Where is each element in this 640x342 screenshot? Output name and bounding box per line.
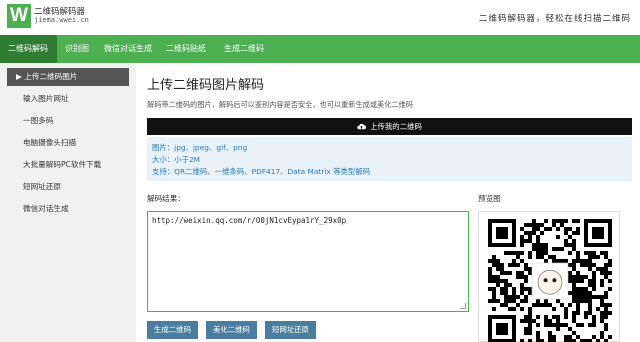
nav-item-image-recognition[interactable]: 识别图 — [57, 35, 96, 63]
nav-item-qr-sticker[interactable]: 二维码贴纸 — [158, 35, 216, 63]
site-header: W 二维码解码器 jiema.wwei.cn 二维码解码器，轻松在线扫描二维码 — [0, 0, 640, 35]
nav-item-qr-decode[interactable]: 二维码解码 — [0, 35, 57, 63]
sidebar-item-short-url[interactable]: 短网址还原 — [7, 178, 129, 196]
result-value: http://weixin.qq.com/r/O0jN1cvEypa1rY_29… — [152, 216, 347, 225]
sidebar: ▶ 上传二维码图片 输入图片网址 一图多码 电脑摄像头扫描 大批量解码PC软件下… — [0, 63, 136, 342]
site-tagline: 二维码解码器，轻松在线扫描二维码 — [478, 14, 631, 24]
qr-code-preview-image — [488, 219, 612, 342]
sidebar-item-label: 上传二维码图片 — [24, 72, 78, 81]
nav-item-generate-qr[interactable]: 生成二维码 — [216, 35, 278, 63]
info-formats: 图片：jpg、jpeg、gif、png — [152, 143, 248, 152]
page-description: 解码带二维码的图片，解码后可以鉴别内容是否安全，也可以重新生成或美化二维码 — [147, 100, 413, 109]
cloud-upload-icon — [357, 118, 367, 135]
info-panel: 图片：jpg、jpeg、gif、png 大小：小于2M 支持：QR二维码、一维条… — [147, 137, 632, 181]
info-support: 支持：QR二维码、一维条码、PDF417、Data Matrix 等类型解码 — [152, 167, 371, 176]
nav-item-wechat-chat[interactable]: 微信对话生成 — [96, 35, 158, 63]
sidebar-item-pc-download[interactable]: 大批量解码PC软件下载 — [7, 156, 129, 174]
site-logo[interactable]: W — [7, 4, 31, 28]
short-url-restore-button[interactable]: 短网址还原 — [264, 321, 316, 339]
sidebar-item-webcam-scan[interactable]: 电脑摄像头扫描 — [7, 134, 129, 152]
beautify-qr-button[interactable]: 美化二维码 — [205, 321, 257, 339]
generate-qr-button[interactable]: 生成二维码 — [147, 321, 198, 339]
preview-label: 预览图 — [478, 194, 501, 203]
sidebar-item-wechat-chat[interactable]: 微信对话生成 — [7, 200, 129, 218]
preview-panel — [478, 211, 620, 342]
sidebar-item-upload-image[interactable]: ▶ 上传二维码图片 — [7, 68, 129, 86]
sidebar-item-image-url[interactable]: 输入图片网址 — [7, 90, 129, 108]
upload-button[interactable]: 上传我的二维码 — [147, 118, 632, 135]
brand-url[interactable]: jiema.wwei.cn — [34, 16, 89, 24]
info-size: 大小：小于2M — [152, 155, 201, 164]
result-label: 解码结果： — [147, 194, 185, 203]
upload-button-label: 上传我的二维码 — [370, 122, 422, 131]
result-textarea[interactable]: http://weixin.qq.com/r/O0jN1cvEypa1rY_29… — [147, 211, 469, 312]
action-buttons: 生成二维码 美化二维码 短网址还原 — [147, 321, 316, 339]
main-content: 上传二维码图片解码 解码带二维码的图片，解码后可以鉴别内容是否安全，也可以重新生… — [147, 63, 633, 342]
page-title: 上传二维码图片解码 — [147, 78, 265, 93]
main-nav: 二维码解码 识别图 微信对话生成 二维码贴纸 生成二维码 — [0, 35, 640, 63]
resize-handle[interactable] — [460, 303, 466, 309]
sidebar-item-multi-code[interactable]: 一图多码 — [7, 112, 129, 130]
